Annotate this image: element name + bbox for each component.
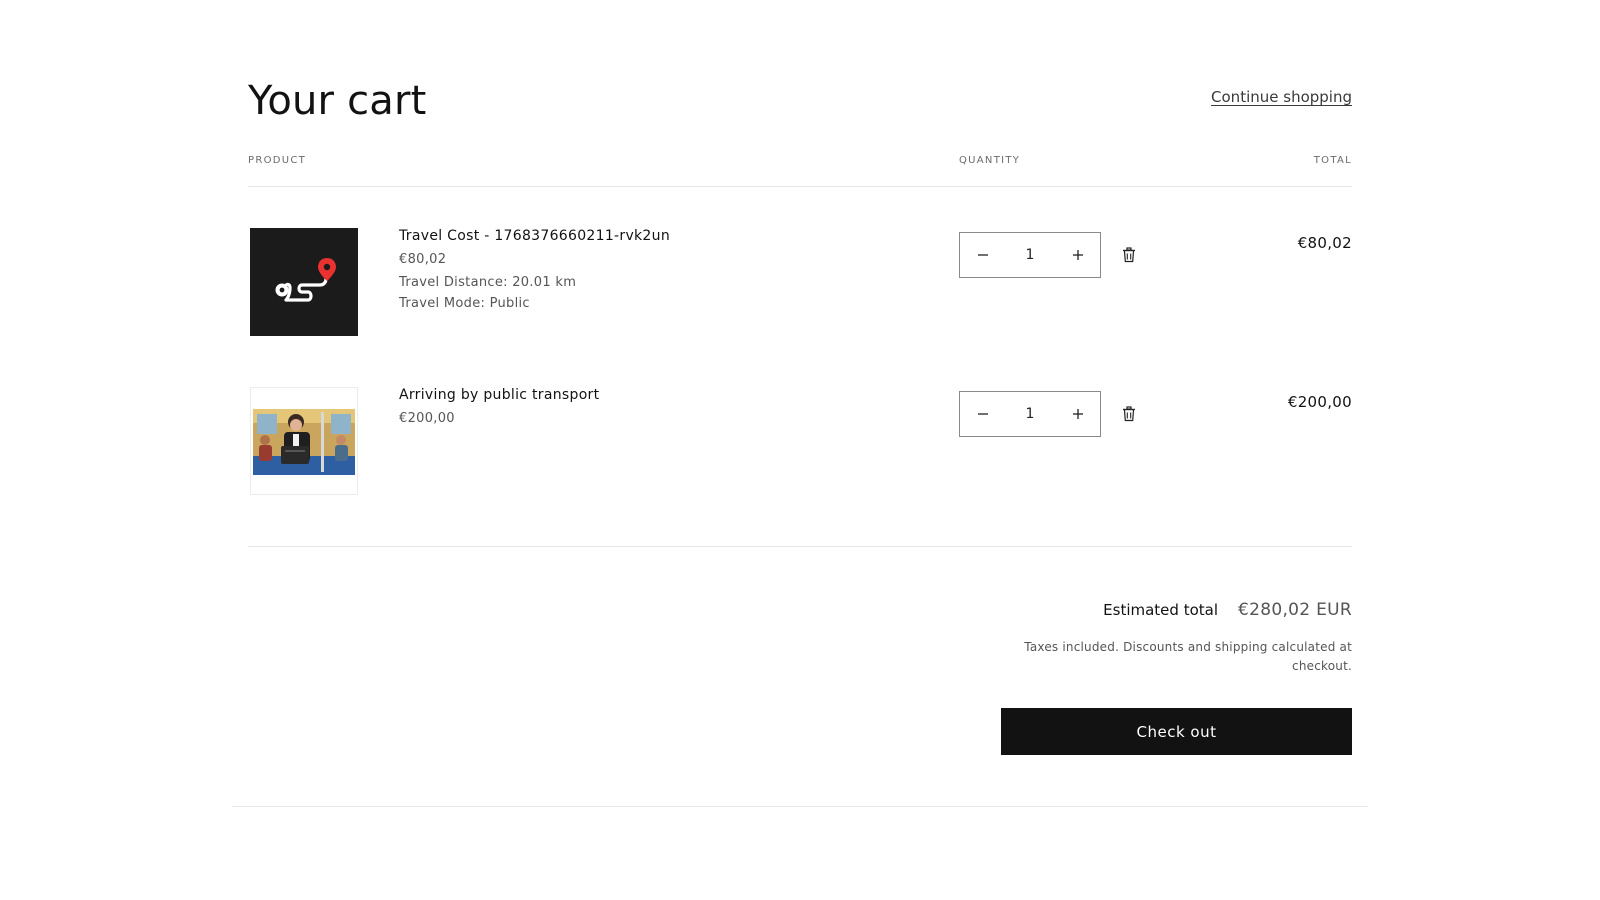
estimated-total-label: Estimated total: [1103, 601, 1218, 619]
remove-item-button[interactable]: [1118, 244, 1140, 266]
column-header-quantity: Quantity: [959, 155, 1021, 166]
page-title: Your cart: [248, 78, 427, 124]
cart-item: Arriving by public transport €200,00 €20…: [248, 385, 1352, 497]
plus-icon: [1072, 250, 1083, 260]
route-pin-icon: [275, 258, 336, 302]
quantity-input[interactable]: [1005, 405, 1055, 423]
remove-item-button[interactable]: [1118, 403, 1140, 425]
item-property-distance: Travel Distance: 20.01 km: [399, 275, 577, 290]
product-image[interactable]: [250, 228, 358, 336]
product-image[interactable]: [250, 387, 358, 495]
quantity-stepper: [959, 391, 1101, 437]
item-property-mode: Travel Mode: Public: [399, 296, 530, 311]
checkout-button[interactable]: Check out: [1001, 708, 1352, 755]
column-header-total: Total: [1313, 155, 1352, 166]
item-name-link[interactable]: Travel Cost - 1768376660211-rvk2un: [399, 226, 670, 246]
trash-icon: [1123, 406, 1135, 422]
item-details: Travel Cost - 1768376660211-rvk2un €80,0…: [399, 226, 670, 311]
quantity-stepper: [959, 232, 1101, 278]
decrease-quantity-button[interactable]: [960, 233, 1005, 277]
column-header-product: Product: [248, 155, 307, 166]
increase-quantity-button[interactable]: [1055, 392, 1100, 436]
divider: [248, 186, 1352, 187]
train-passenger-illustration: [253, 409, 355, 475]
minus-icon: [977, 413, 988, 415]
quantity-input[interactable]: [1005, 246, 1055, 264]
cart-summary: Estimated total €280,02 EUR Taxes includ…: [992, 600, 1352, 676]
trash-icon: [1123, 247, 1135, 263]
item-unit-price: €80,02: [399, 252, 447, 267]
footer-divider: [232, 806, 1368, 807]
cart-item: Travel Cost - 1768376660211-rvk2un €80,0…: [248, 226, 1352, 338]
minus-icon: [977, 254, 988, 256]
tax-note: Taxes included. Discounts and shipping c…: [1024, 640, 1352, 673]
item-unit-price: €200,00: [399, 411, 455, 426]
estimated-total-value: €280,02 EUR: [1238, 600, 1352, 620]
decrease-quantity-button[interactable]: [960, 392, 1005, 436]
divider: [248, 546, 1352, 547]
item-details: Arriving by public transport €200,00: [399, 385, 599, 426]
plus-icon: [1072, 409, 1083, 419]
estimated-total-row: Estimated total €280,02 EUR: [992, 600, 1352, 620]
continue-shopping-link[interactable]: Continue shopping: [1211, 88, 1352, 106]
item-line-total: €80,02: [1297, 234, 1352, 252]
item-line-total: €200,00: [1287, 393, 1352, 411]
cart-page: Your cart Continue shopping Product Quan…: [0, 0, 1600, 900]
increase-quantity-button[interactable]: [1055, 233, 1100, 277]
item-name-link[interactable]: Arriving by public transport: [399, 385, 599, 405]
